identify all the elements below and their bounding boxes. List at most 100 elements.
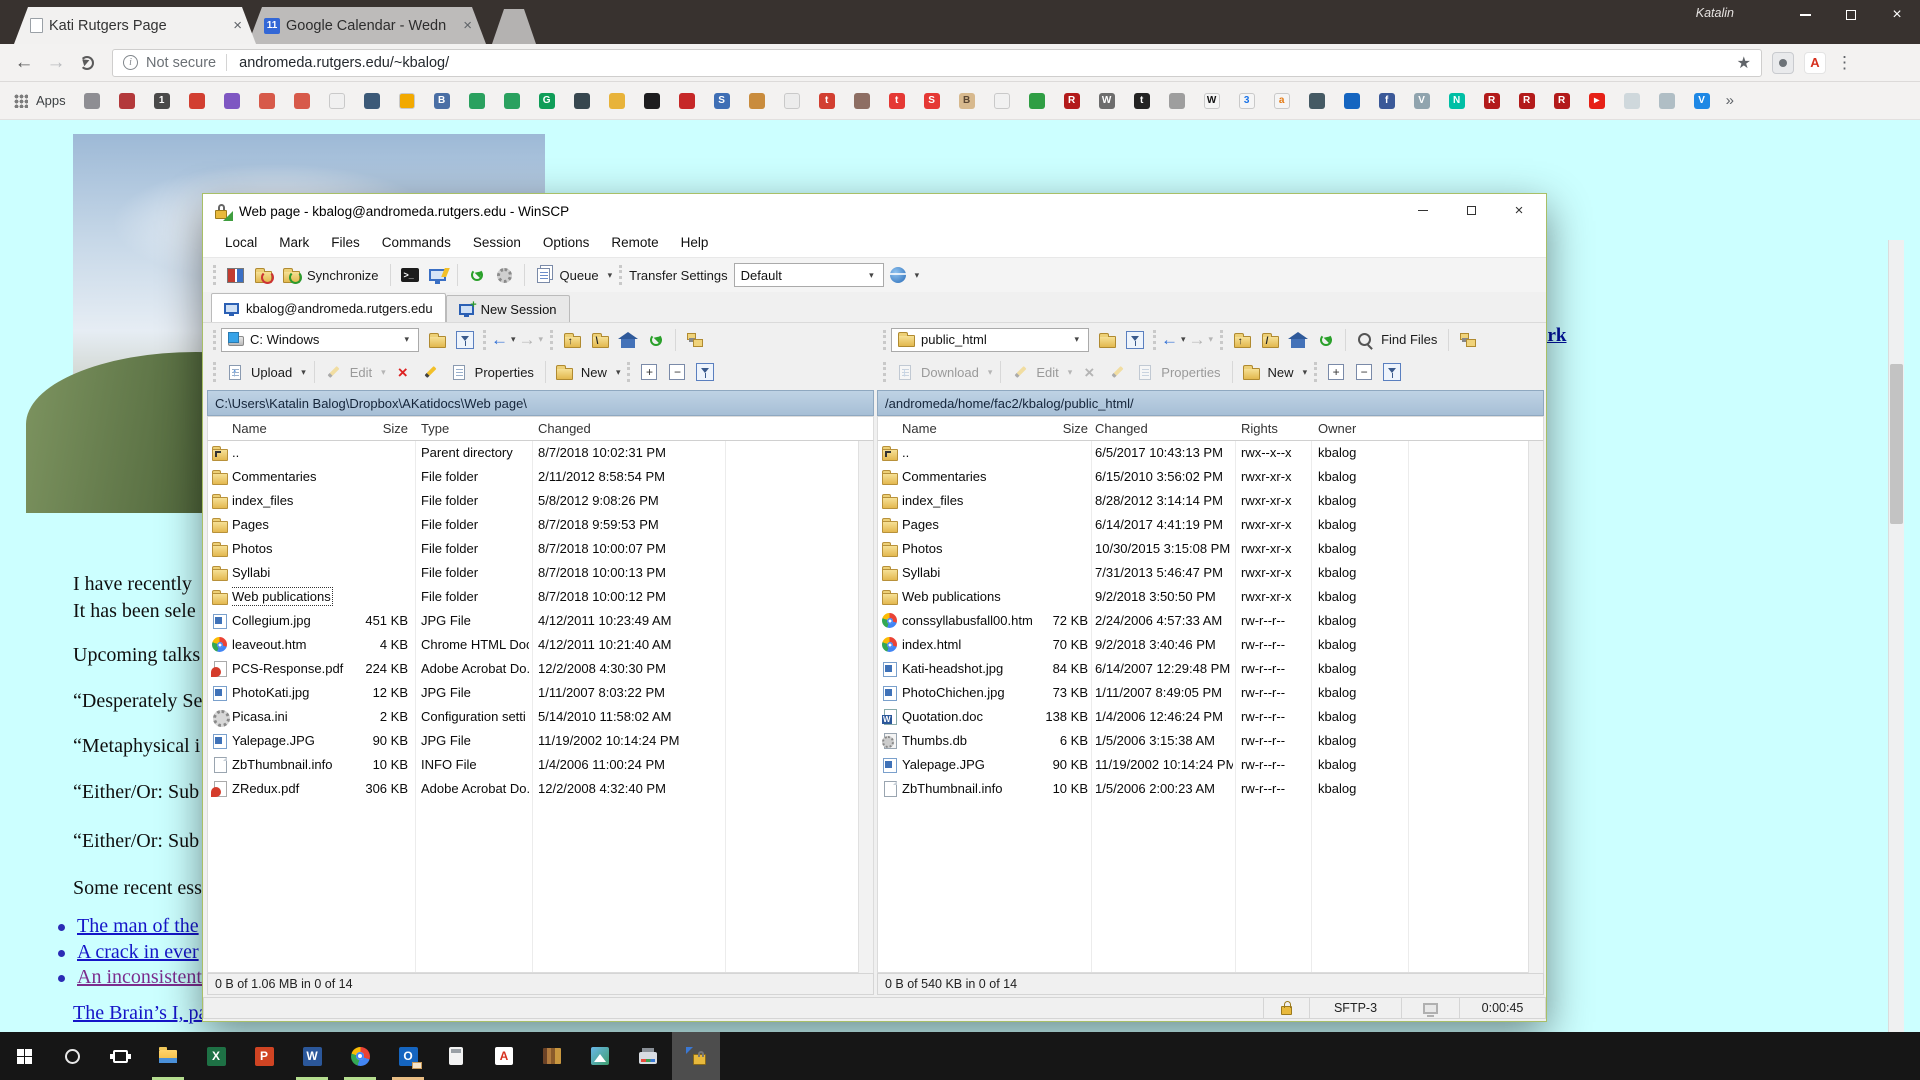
remote-command-icon[interactable] [426, 263, 450, 287]
winscp-button[interactable] [672, 1032, 720, 1080]
local-scrollbar[interactable] [858, 441, 873, 973]
bookmark-favicon[interactable]: V [1694, 93, 1710, 109]
bookmark-favicon[interactable] [259, 93, 275, 109]
tab-google-calendar[interactable]: 11 Google Calendar - Wedn × [248, 7, 486, 44]
bookmark-favicon[interactable] [469, 93, 485, 109]
filter-icon[interactable] [453, 328, 477, 352]
forward-icon[interactable]: → [40, 52, 72, 74]
winscp-titlebar[interactable]: Web page - kbalog@andromeda.rutgers.edu … [203, 194, 1546, 228]
browser-maximize-button[interactable] [1828, 0, 1874, 30]
ZbThumbnail.info[interactable]: ZbThumbnail.info 10 KB INFO File 1/4/200… [208, 753, 873, 777]
properties-label[interactable]: Properties [475, 365, 534, 380]
index_files[interactable]: index_files 8/28/2012 3:14:14 PM rwxr-xr… [878, 489, 1543, 513]
tab-close-icon[interactable]: × [459, 17, 476, 34]
bookmark-favicon[interactable] [574, 93, 590, 109]
remove-filter-icon[interactable]: − [665, 360, 689, 384]
winscp-minimize-button[interactable] [1400, 194, 1446, 227]
page-scrollbar[interactable] [1888, 240, 1904, 1032]
bookmark-favicon[interactable] [329, 93, 345, 109]
new-tab-button[interactable] [492, 9, 536, 44]
Commentaries[interactable]: Commentaries 6/15/2010 3:56:02 PM rwxr-x… [878, 465, 1543, 489]
task-view-button[interactable] [96, 1032, 144, 1080]
scrollbar-thumb[interactable] [1890, 364, 1903, 524]
synchronize-icon[interactable] [279, 263, 303, 287]
tab-kati-rutgers-page[interactable]: Kati Rutgers Page × [14, 7, 256, 44]
start-button[interactable] [0, 1032, 48, 1080]
chevron-down-icon[interactable]: ▾ [608, 270, 613, 281]
bookmark-favicon[interactable] [399, 93, 415, 109]
address-bar[interactable]: i Not secure andromeda.rutgers.edu/~kbal… [112, 49, 1762, 77]
bookmark-favicon[interactable]: R [1484, 93, 1500, 109]
new-label[interactable]: New [581, 365, 607, 380]
drive-combo[interactable]: C: Windows ▾ [221, 328, 419, 352]
open-directory-icon[interactable] [1095, 328, 1119, 352]
Web publications[interactable]: Web publications File folder 8/7/2018 10… [208, 585, 873, 609]
remove-filter-icon[interactable]: − [1352, 360, 1376, 384]
bookmark-favicon[interactable] [294, 93, 310, 109]
delete-icon[interactable]: × [391, 360, 415, 384]
session-tab-active[interactable]: kbalog@andromeda.rutgers.edu [211, 293, 446, 322]
word-button[interactable] [288, 1032, 336, 1080]
column-header-name[interactable]: Name [902, 417, 937, 441]
bookmark-favicon[interactable] [784, 93, 800, 109]
..[interactable]: .. Parent directory 8/7/2018 10:02:31 PM [208, 441, 873, 465]
bookmark-favicon[interactable]: t [819, 93, 835, 109]
new-icon[interactable] [553, 360, 577, 384]
index.html[interactable]: index.html 70 KB 9/2/2018 3:40:46 PM rw-… [878, 633, 1543, 657]
browser-close-button[interactable]: × [1874, 0, 1920, 30]
browser-profile-name[interactable]: Katalin [1696, 6, 1734, 20]
chevron-down-icon[interactable]: ▾ [1068, 367, 1073, 378]
menu-item[interactable]: Remote [611, 235, 658, 250]
outlook-button[interactable] [384, 1032, 432, 1080]
bookmark-favicon[interactable] [609, 93, 625, 109]
bookmark-favicon[interactable]: 1 [154, 93, 170, 109]
globe-icon[interactable] [886, 263, 910, 287]
bookmark-favicon[interactable]: B [959, 93, 975, 109]
chrome-menu-icon[interactable]: ⋮ [1836, 53, 1853, 73]
cortana-button[interactable] [48, 1032, 96, 1080]
tree-view-icon[interactable] [1456, 328, 1480, 352]
bookmark-favicon[interactable] [1169, 93, 1185, 109]
bookmark-favicon[interactable] [1029, 93, 1045, 109]
Thumbs.db[interactable]: Thumbs.db 6 KB 1/5/2006 3:15:38 AM rw-r-… [878, 729, 1543, 753]
open-directory-icon[interactable] [425, 328, 449, 352]
bookmark-favicon[interactable]: 3 [1239, 93, 1255, 109]
back-icon[interactable]: ← [491, 330, 508, 350]
preferences-gear-icon[interactable] [493, 263, 517, 287]
Commentaries[interactable]: Commentaries File folder 2/11/2012 8:58:… [208, 465, 873, 489]
Pages[interactable]: Pages 6/14/2017 4:41:19 PM rwxr-xr-x kba… [878, 513, 1543, 537]
powerpoint-button[interactable] [240, 1032, 288, 1080]
menu-item[interactable]: Options [543, 235, 590, 250]
file-explorer-button[interactable] [144, 1032, 192, 1080]
rename-pencil-icon[interactable] [419, 360, 443, 384]
Yalepage.JPG[interactable]: Yalepage.JPG 90 KB JPG File 11/19/2002 1… [208, 729, 873, 753]
page-link[interactable]: An inconsistent [77, 966, 202, 989]
parent-directory-icon[interactable]: ↑ [560, 328, 584, 352]
find-files-label[interactable]: Find Files [1381, 332, 1437, 347]
bookmark-favicon[interactable] [749, 93, 765, 109]
bookmark-favicon[interactable]: f [1379, 93, 1395, 109]
menu-item[interactable]: Session [473, 235, 521, 250]
bookmark-favicon[interactable]: R [1064, 93, 1080, 109]
bookmark-favicon[interactable]: W [1204, 93, 1220, 109]
download-icon[interactable]: ↓ [893, 360, 917, 384]
bookmark-favicon[interactable] [504, 93, 520, 109]
chevron-down-icon[interactable]: ▾ [1303, 367, 1308, 378]
refresh-icon[interactable] [644, 328, 668, 352]
leaveout.htm[interactable]: leaveout.htm 4 KB Chrome HTML Doc... 4/1… [208, 633, 873, 657]
Syllabi[interactable]: Syllabi File folder 8/7/2018 10:00:13 PM [208, 561, 873, 585]
edit-label[interactable]: Edit [350, 365, 372, 380]
properties-icon[interactable] [447, 360, 471, 384]
tree-view-icon[interactable] [683, 328, 707, 352]
winscp-close-button[interactable]: × [1496, 194, 1542, 227]
Collegium.jpg[interactable]: Collegium.jpg 451 KB JPG File 4/12/2011 … [208, 609, 873, 633]
home-directory-icon[interactable] [616, 328, 640, 352]
Pages[interactable]: Pages File folder 8/7/2018 9:59:53 PM [208, 513, 873, 537]
PhotoChichen.jpg[interactable]: PhotoChichen.jpg 73 KB 1/11/2007 8:49:05… [878, 681, 1543, 705]
bookmark-favicon[interactable] [119, 93, 135, 109]
bookmark-favicon[interactable]: G [539, 93, 555, 109]
column-header-size[interactable]: Size [998, 417, 1088, 441]
transfer-settings-combo[interactable]: Default ▾ [734, 263, 884, 287]
winscp-maximize-button[interactable] [1448, 194, 1494, 227]
bookmark-favicon[interactable] [1624, 93, 1640, 109]
